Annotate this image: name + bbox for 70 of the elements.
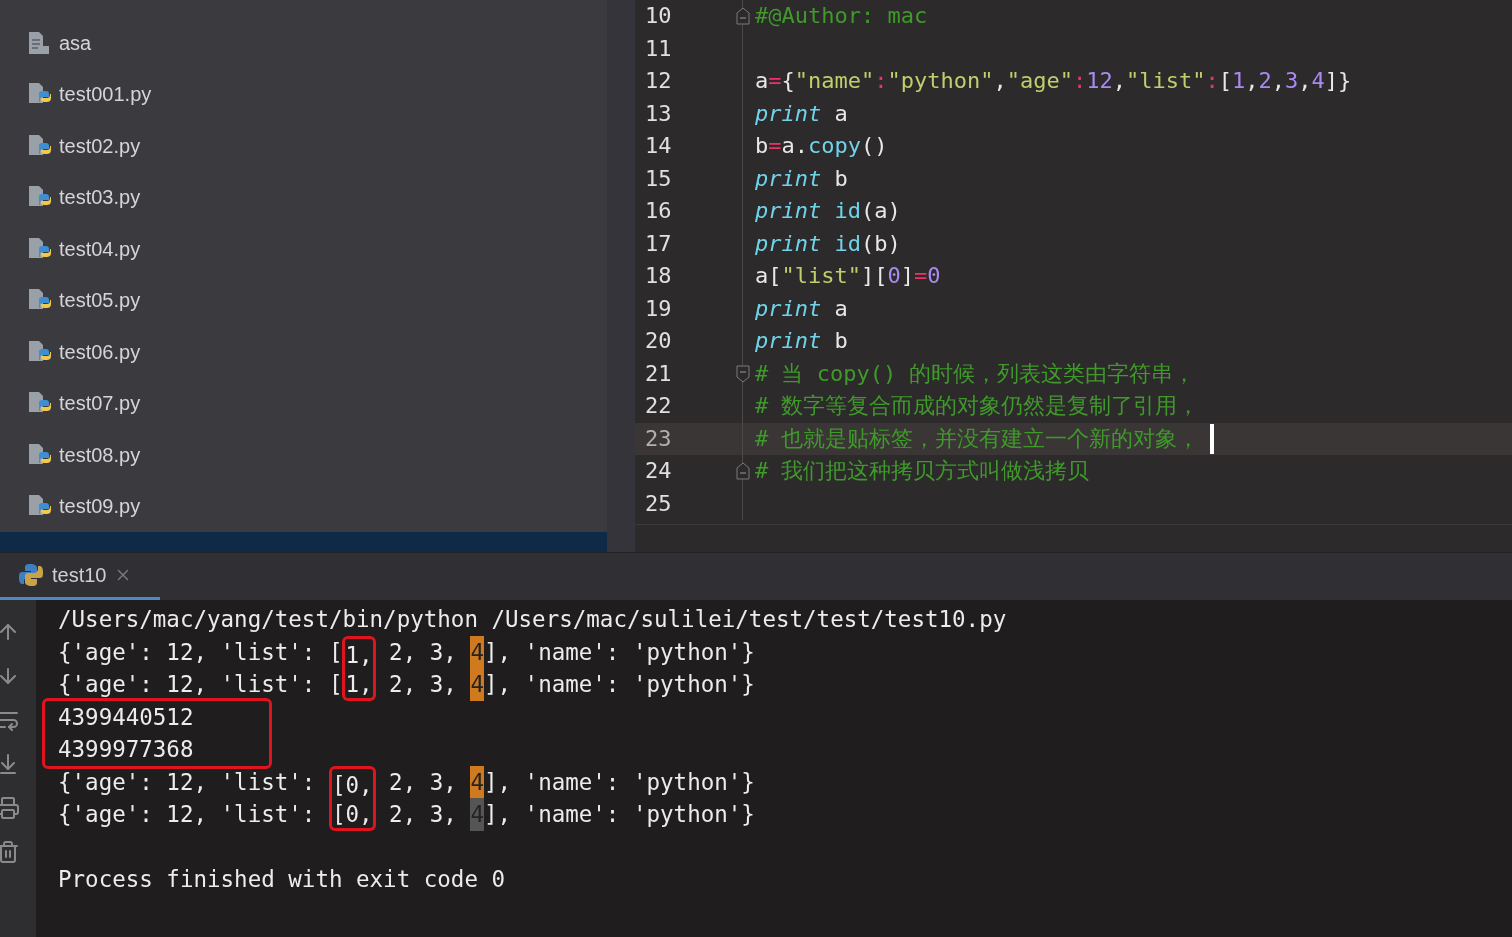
line-number: 18 bbox=[644, 262, 673, 290]
file-item[interactable]: asa bbox=[0, 17, 607, 69]
line-number: 13 bbox=[644, 99, 673, 128]
code-line: # 也就是贴标签，并没有建立一个新的对象， bbox=[755, 424, 1200, 453]
line-number: 10 bbox=[644, 2, 673, 30]
console-text: 2, 3, bbox=[388, 800, 458, 829]
annotated-text: 1, bbox=[342, 668, 376, 701]
file-item[interactable]: test07.py bbox=[0, 377, 607, 429]
line-number: 16 bbox=[644, 197, 673, 225]
code-line: b=a.copy() bbox=[755, 132, 888, 160]
line-number: 21 bbox=[644, 359, 673, 388]
console-text: 2, 3, bbox=[388, 767, 458, 797]
line-number: 25 bbox=[644, 489, 673, 518]
code-line: print a bbox=[755, 294, 848, 323]
file-item[interactable]: test06.py bbox=[0, 326, 607, 378]
console-text: {'age': 12, 'list': [ bbox=[58, 670, 343, 699]
console-line: /Users/mac/yang/test/bin/python /Users/mac/sulilei/test/test/test10.py bbox=[58, 605, 1007, 634]
code-line: # 数字等复合而成的对象仍然是复制了引用， bbox=[755, 392, 1200, 420]
file-item[interactable]: test02.py bbox=[0, 120, 607, 172]
code-line: print b bbox=[755, 327, 848, 355]
code-line: print id(b) bbox=[755, 229, 901, 258]
line-number: 23 bbox=[644, 424, 673, 453]
code-line: print b bbox=[755, 164, 848, 193]
code-line: #@Author: mac bbox=[755, 2, 928, 30]
console-text: 2, 3, bbox=[388, 637, 458, 667]
console-line: 4399440512 bbox=[58, 702, 194, 732]
exit-message: Process finished with exit code 0 bbox=[58, 864, 506, 894]
trash-icon[interactable] bbox=[0, 840, 20, 864]
line-number: 22 bbox=[644, 392, 673, 420]
fold-icon[interactable] bbox=[736, 7, 750, 25]
fold-icon[interactable] bbox=[736, 364, 750, 383]
printer-icon[interactable] bbox=[0, 796, 20, 820]
file-item[interactable]: test04.py bbox=[0, 223, 607, 275]
code-line: a["list"][0]=0 bbox=[755, 262, 941, 290]
line-number: 11 bbox=[644, 34, 673, 63]
console-text: {'age': 12, 'list': [ bbox=[58, 637, 343, 667]
line-number: 24 bbox=[644, 457, 673, 485]
code-line: print a bbox=[755, 99, 848, 128]
match-highlight: 4 bbox=[470, 635, 484, 668]
console-text: ], 'name': 'python'} bbox=[483, 637, 755, 667]
console-text: ], 'name': 'python'} bbox=[483, 800, 755, 829]
file-item[interactable]: test09.py bbox=[0, 480, 607, 532]
python-logo-icon bbox=[18, 562, 44, 588]
console-text: {'age': 12, 'list': bbox=[58, 800, 317, 829]
text-caret bbox=[1209, 423, 1214, 454]
file-item[interactable]: test03.py bbox=[0, 171, 607, 223]
line-number: 12 bbox=[644, 67, 673, 95]
annotated-text: 1, bbox=[342, 635, 376, 668]
code-line: # 当 copy() 的时候，列表这类由字符串， bbox=[755, 359, 1196, 388]
match-highlight: 4 bbox=[470, 668, 484, 701]
console-text: ], 'name': 'python'} bbox=[483, 670, 755, 699]
line-number: 14 bbox=[644, 132, 673, 160]
file-item[interactable]: test05.py bbox=[0, 274, 607, 326]
console-text: 2, 3, bbox=[388, 670, 458, 699]
line-number: 15 bbox=[644, 164, 673, 193]
code-line: print id(a) bbox=[755, 197, 901, 225]
line-number: 20 bbox=[644, 327, 673, 355]
line-number: 17 bbox=[644, 229, 673, 258]
console-text: {'age': 12, 'list': bbox=[58, 767, 317, 797]
annotated-text: [0, bbox=[328, 765, 376, 798]
fold-icon[interactable] bbox=[736, 462, 750, 480]
line-number: 19 bbox=[644, 294, 673, 323]
annotated-text: [0, bbox=[328, 798, 376, 831]
match-highlight: 4 bbox=[470, 765, 484, 798]
console-line: 4399977368 bbox=[58, 735, 194, 764]
code-line: a={"name":"python","age":12,"list":[1,2,3,4]} bbox=[755, 67, 1352, 95]
file-item[interactable]: test001.py bbox=[0, 68, 607, 120]
file-item[interactable]: test08.py bbox=[0, 429, 607, 481]
code-line: # 我们把这种拷贝方式叫做浅拷贝 bbox=[755, 457, 1090, 485]
console-text: ], 'name': 'python'} bbox=[483, 767, 755, 797]
